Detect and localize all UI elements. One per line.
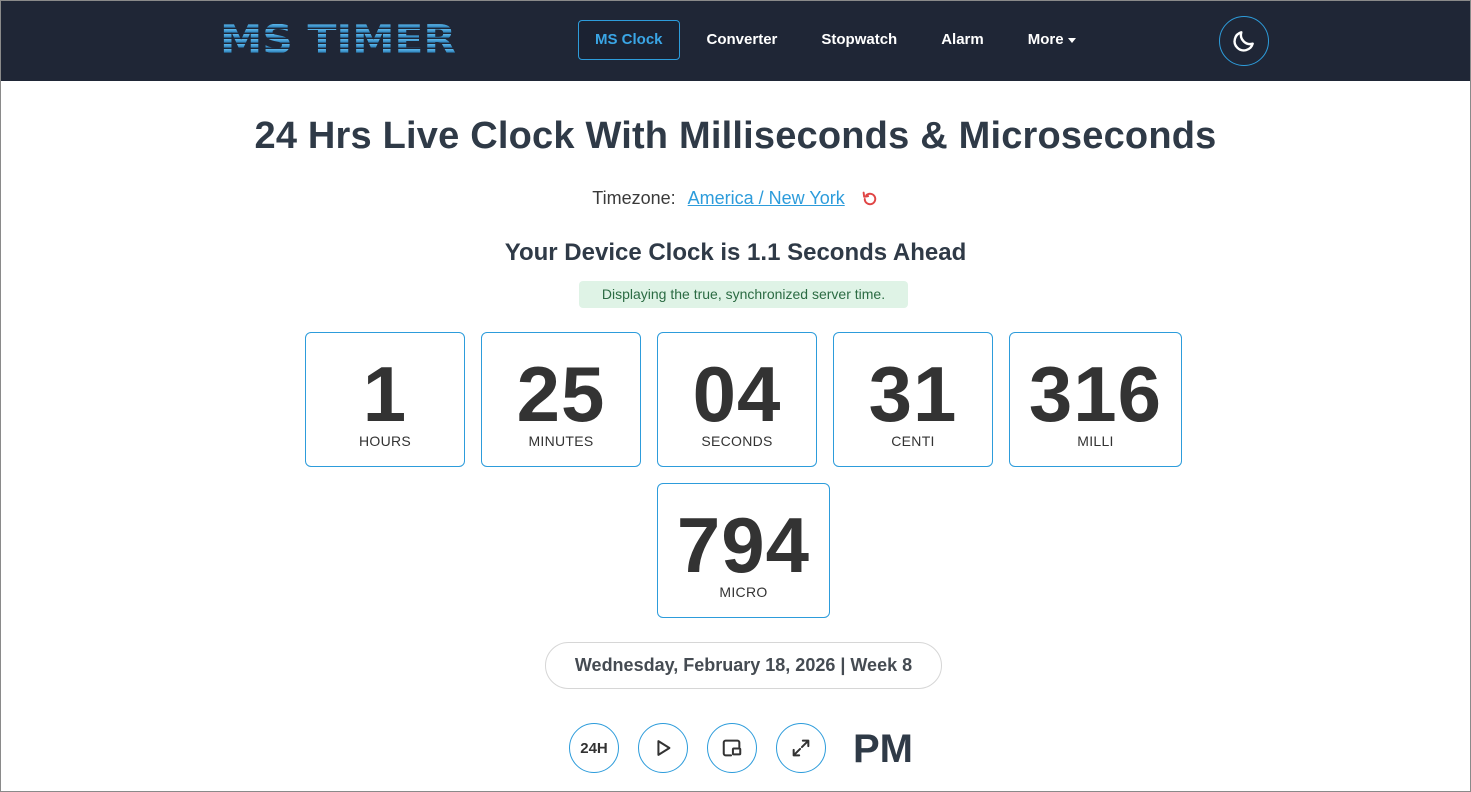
minutes-value: 25 — [516, 350, 606, 438]
micro-label: MICRO — [719, 584, 768, 600]
logo-text: MS TIMER — [220, 19, 456, 59]
micro-value: 794 — [676, 501, 811, 589]
centi-label: CENTI — [891, 433, 935, 449]
logo-graphic: MS TIMER — [220, 19, 456, 59]
clock-box-minutes: 25 MINUTES — [481, 332, 641, 467]
play-button[interactable] — [638, 723, 688, 773]
timezone-link[interactable]: America / New York — [688, 188, 845, 209]
nav-more-label: More — [1027, 31, 1064, 48]
reset-timezone-button[interactable] — [861, 190, 879, 208]
top-navbar: MS TIMER MS Clock Converter Stopwatch Al… — [1, 1, 1470, 81]
device-offset-heading: Your Device Clock is 1.1 Seconds Ahead — [504, 239, 967, 266]
main-nav: MS Clock Converter Stopwatch Alarm More — [578, 20, 1103, 60]
minutes-label: MINUTES — [528, 433, 594, 449]
page-title: 24 Hrs Live Clock With Milliseconds & Mi… — [254, 115, 1217, 157]
caret-down-icon — [1067, 37, 1076, 43]
timezone-row: Timezone: America / New York — [1, 188, 1470, 209]
clock-box-hours: 1 HOURS — [305, 332, 465, 467]
sync-status-badge: Displaying the true, synchronized server… — [579, 281, 908, 308]
seconds-value: 04 — [692, 350, 782, 438]
nav-alarm[interactable]: Alarm — [924, 20, 1001, 60]
app-frame: MS TIMER MS Clock Converter Stopwatch Al… — [0, 0, 1471, 792]
fullscreen-button[interactable] — [776, 723, 826, 773]
nav-ms-clock[interactable]: MS Clock — [578, 20, 680, 60]
clock-box-centi: 31 CENTI — [833, 332, 993, 467]
site-logo[interactable]: MS TIMER — [220, 19, 460, 59]
hours-label: HOURS — [358, 433, 412, 449]
play-icon — [657, 740, 671, 756]
picture-in-picture-icon — [722, 739, 742, 757]
clock-box-micro: 794 MICRO — [657, 483, 830, 618]
centi-value: 31 — [868, 350, 958, 438]
format-24h-label: 24H — [580, 739, 608, 757]
refresh-icon — [862, 191, 876, 205]
hours-value: 1 — [362, 350, 408, 438]
meridiem-indicator: PM — [853, 727, 913, 771]
picture-in-picture-button[interactable] — [707, 723, 757, 773]
timezone-label: Timezone: — [592, 188, 676, 208]
nav-converter[interactable]: Converter — [690, 20, 795, 60]
nav-more-dropdown[interactable]: More — [1011, 20, 1093, 60]
clock-box-seconds: 04 SECONDS — [657, 332, 817, 467]
date-week-display: Wednesday, February 18, 2026 | Week 8 — [545, 642, 942, 689]
milli-value: 316 — [1028, 350, 1163, 438]
format-24h-toggle-button[interactable]: 24H — [569, 723, 619, 773]
moon-icon — [1233, 31, 1254, 52]
nav-stopwatch[interactable]: Stopwatch — [804, 20, 914, 60]
seconds-label: SECONDS — [701, 433, 773, 449]
clock-box-milli: 316 MILLI — [1009, 332, 1182, 467]
theme-toggle-button[interactable] — [1219, 16, 1269, 66]
milli-label: MILLI — [1077, 433, 1114, 449]
expand-icon — [792, 739, 810, 757]
